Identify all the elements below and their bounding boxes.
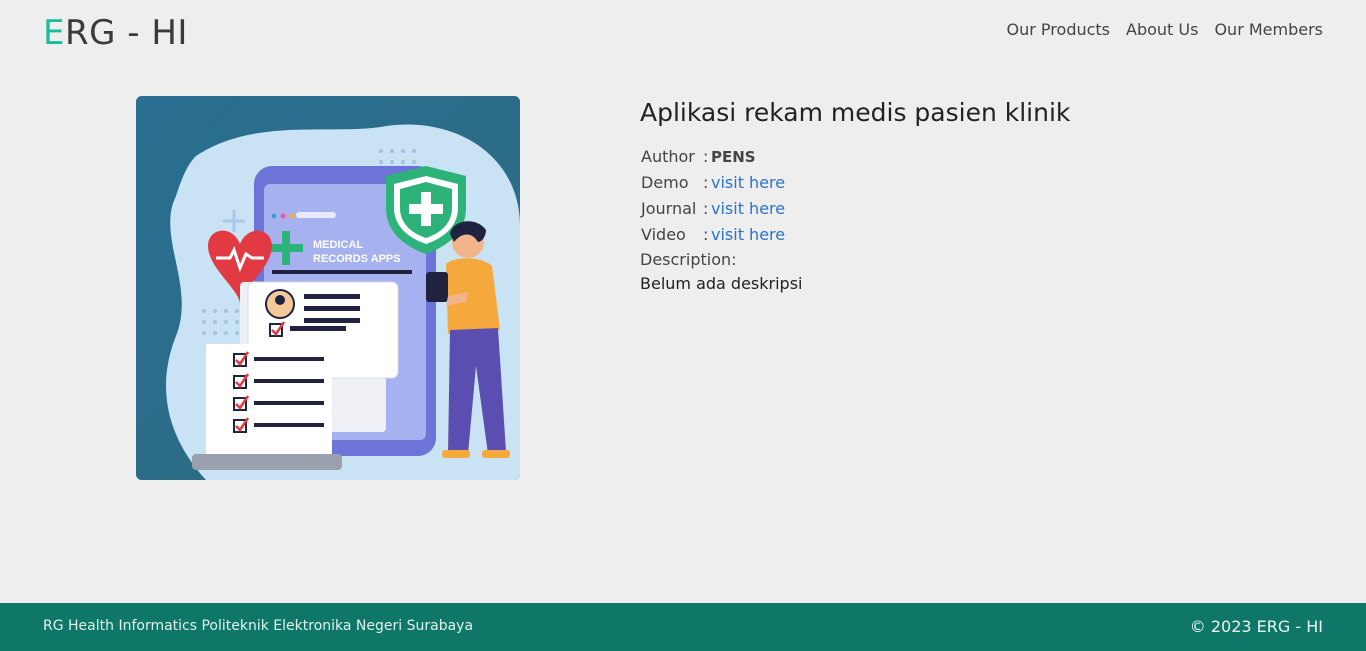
logo-text: RG - HI: [64, 13, 188, 53]
site-logo[interactable]: ERG - HI: [43, 12, 188, 54]
video-link[interactable]: visit here: [711, 222, 785, 248]
description-text: Belum ada deskripsi: [640, 274, 803, 293]
product-meta: Author : PENS Demo : visit here Journal …: [640, 144, 1320, 248]
page: ERG - HI Our Products About Us Our Membe…: [0, 0, 1366, 651]
footer: RG Health Informatics Politeknik Elektro…: [0, 603, 1366, 651]
demo-link[interactable]: visit here: [711, 170, 785, 196]
meta-label-demo: Demo: [641, 173, 689, 192]
medical-records-illustration: MEDICAL RECORDS APPS: [136, 96, 520, 480]
description-label: Description:: [640, 250, 737, 269]
footer-institution: RG Health Informatics Politeknik Elektro…: [43, 618, 474, 634]
author-value: PENS: [711, 148, 756, 166]
logo-accent-letter: E: [43, 13, 65, 53]
journal-link[interactable]: visit here: [711, 196, 785, 222]
meta-colon: :: [703, 225, 709, 244]
nav-about-us[interactable]: About Us: [1126, 20, 1198, 39]
nav-our-products[interactable]: Our Products: [1007, 20, 1110, 39]
meta-colon: :: [703, 199, 709, 218]
product-title: Aplikasi rekam medis pasien klinik: [640, 98, 1071, 127]
header: ERG - HI Our Products About Us Our Membe…: [0, 0, 1366, 66]
meta-row-demo: Demo : visit here: [640, 170, 1320, 196]
product-image: MEDICAL RECORDS APPS: [136, 96, 520, 480]
meta-label-journal: Journal: [641, 199, 697, 218]
meta-colon: :: [703, 147, 709, 166]
image-caption-line1: MEDICAL: [313, 239, 363, 251]
nav-our-members[interactable]: Our Members: [1214, 20, 1323, 39]
main-nav: Our Products About Us Our Members: [1007, 20, 1323, 39]
meta-label-video: Video: [641, 225, 686, 244]
meta-row-journal: Journal : visit here: [640, 196, 1320, 222]
meta-row-author: Author : PENS: [640, 144, 1320, 170]
meta-row-video: Video : visit here: [640, 222, 1320, 248]
footer-copyright: © 2023 ERG - HI: [1189, 617, 1323, 636]
meta-label-author: Author: [641, 147, 695, 166]
product-detail: Aplikasi rekam medis pasien klinik Autho…: [640, 96, 1320, 296]
image-caption-line2: RECORDS APPS: [313, 253, 401, 265]
meta-colon: :: [703, 173, 709, 192]
